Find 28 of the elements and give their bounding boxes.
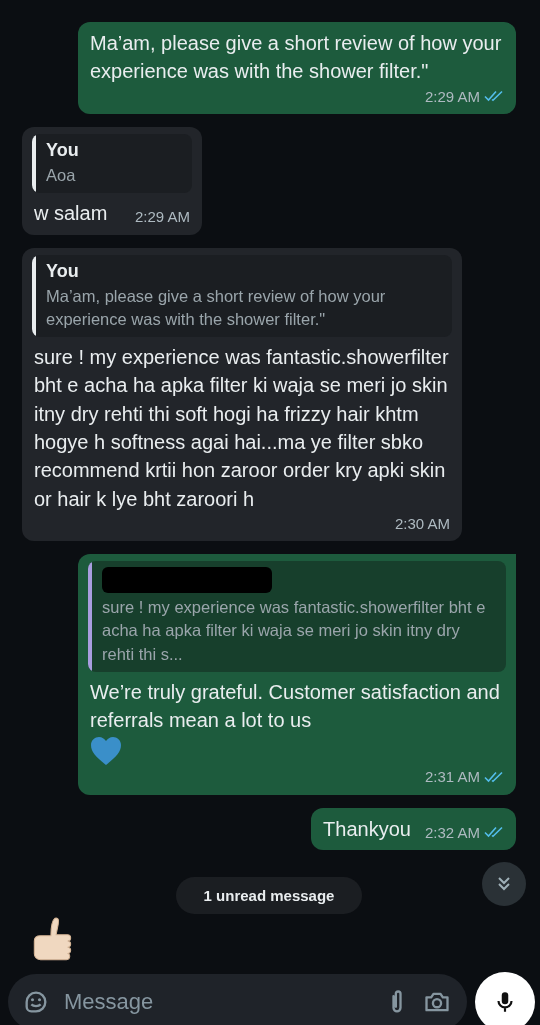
message-bubble[interactable] [78, 554, 516, 795]
message-text: Ma’am, please give a short review of how your experience was with the shower filter." [90, 31, 503, 85]
quoted-message[interactable]: sure ! my experience was fantastic.showerfilter bht e acha ha apka filter ki waja se meri jo skin itny dry rehti thi s... [88, 561, 506, 672]
message-time: 2:30 AM [394, 514, 450, 535]
message-field[interactable]: Message [8, 974, 467, 1025]
message-text: w salam [34, 201, 108, 227]
message-time: 2:31 AM [424, 767, 480, 788]
message-input[interactable]: Message [62, 988, 371, 1017]
microphone-button[interactable] [475, 972, 535, 1025]
message-text: Thankyou [323, 816, 411, 842]
message-bubble[interactable]: You Aoa w salam 2:29 AM [22, 127, 202, 235]
quote-author: You [46, 140, 79, 162]
message-time: 2:32 AM [424, 822, 480, 843]
message-text: sure ! my experience was fantastic.showerfilter bht e acha ha apka filter ki waja se meri jo skin itny dry rehti thi soft hogi ha frizzy hair khtm hogye h softness agai hai...ma ye filter sbko recommend krtii hon zaroor order kry apki skin or hair k lye bht zaroori h [34, 344, 450, 512]
quote-text: Ma’am, please give a short review of how your experience was with the shower filter." [46, 285, 387, 330]
message-bubble[interactable]: Ma’am, please give a short review of how your experience was with the shower filter." 2:29 AM [78, 22, 516, 115]
quoted-message[interactable]: You Aoa [32, 134, 192, 194]
message-bubble[interactable]: Thankyou 2:32 AM [311, 807, 516, 851]
message-bubble[interactable] [22, 247, 462, 542]
quote-text: Aoa [46, 165, 77, 187]
message-time: 2:29 AM [134, 207, 190, 228]
message-time: 2:29 AM [424, 86, 480, 107]
quoted-message[interactable]: You Ma’am, please give a short review of how your experience was with the shower filter." [32, 254, 452, 337]
unread-banner: 1 unread message [175, 877, 363, 915]
quote-author: You [46, 260, 80, 282]
quote-text: sure ! my experience was fantastic.showerfilter bht e acha ha apka filter ki waja se meri jo skin itny dry rehti thi s... [102, 597, 487, 665]
scroll-down-button[interactable] [482, 862, 526, 907]
message-text: We’re truly grateful. Customer satisfaction and referrals mean a lot to us [90, 679, 501, 734]
